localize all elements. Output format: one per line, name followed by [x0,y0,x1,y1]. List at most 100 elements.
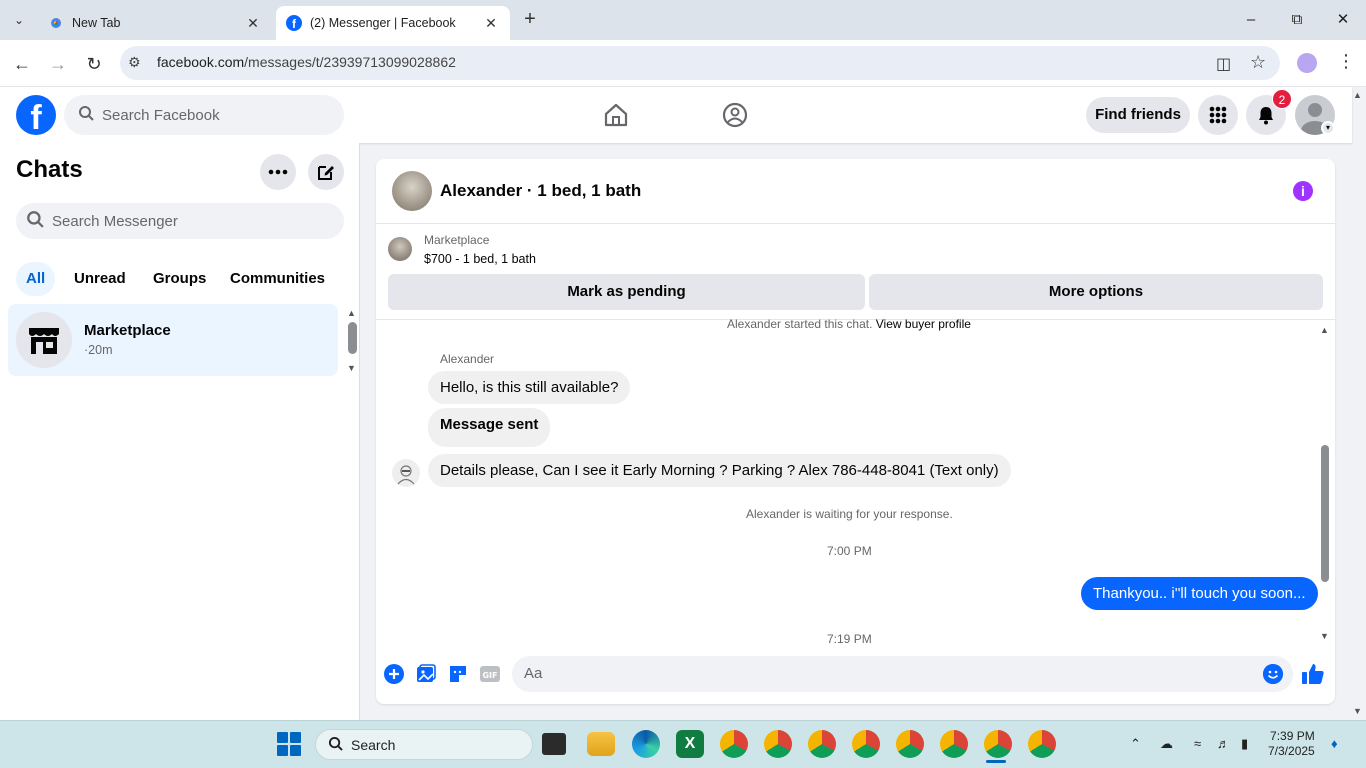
search-icon [26,210,44,232]
forward-arrow-icon[interactable]: → [44,50,72,78]
bookmark-star-icon[interactable]: ☆ [1250,52,1266,73]
chrome-icon[interactable] [1028,730,1056,758]
more-options-button[interactable]: More options [869,274,1323,310]
minimize-icon[interactable]: – [1236,8,1266,32]
search-placeholder: Search [351,736,396,753]
new-tab-button[interactable]: + [518,8,542,32]
chrome-icon[interactable] [940,730,968,758]
url-text[interactable]: facebook.com/messages/t/2393971309902886… [157,54,456,70]
marketplace-store-icon [16,312,72,368]
filter-groups[interactable]: Groups [143,262,216,296]
windows-start-icon[interactable] [277,732,301,756]
chat-time: ·20m [84,343,113,357]
conversation-scrollbar-thumb[interactable] [1321,445,1329,582]
conversation-scroll-down-icon[interactable]: ▼ [1320,631,1329,641]
conversation-scroll-up-icon[interactable]: ▲ [1320,325,1329,335]
profile-icon[interactable] [1297,53,1317,73]
restore-icon[interactable]: ⧉ [1282,8,1312,32]
gif-icon[interactable]: GIF [480,664,500,684]
waiting-notice: Alexander is waiting for your response. [746,507,953,521]
page-scroll-up-icon[interactable]: ▲ [1353,90,1362,100]
excel-icon[interactable]: X [676,730,704,758]
window-close-icon[interactable]: ✕ [1328,8,1358,32]
onedrive-icon[interactable]: ☁ [1160,736,1173,752]
task-view-icon[interactable] [542,733,566,755]
more-options-icon[interactable] [260,154,296,190]
message-bubble[interactable]: Hello, is this still available? [428,371,631,404]
new-message-icon[interactable] [308,154,344,190]
listing-thumbnail[interactable] [388,237,412,261]
notification-bell-icon[interactable]: ♦ [1331,736,1338,751]
facebook-logo[interactable]: f [16,95,56,135]
sidebar-scroll-down-icon[interactable]: ▼ [347,363,356,373]
chrome-icon[interactable] [720,730,748,758]
search-placeholder: Search Facebook [102,106,220,124]
volume-icon[interactable]: ♬ [1217,736,1230,751]
close-icon[interactable]: ✕ [482,15,500,32]
tab-search-chevron-icon[interactable]: ⌄ [6,8,32,32]
tab-messenger[interactable]: f (2) Messenger | Facebook ✕ [276,6,510,40]
wifi-icon[interactable]: ≈ [1194,736,1201,751]
chrome-icon [48,15,64,31]
view-buyer-profile-link[interactable]: View buyer profile [876,317,971,331]
chrome-icon[interactable] [896,730,924,758]
chrome-icon[interactable] [808,730,836,758]
tab-title: New Tab [72,16,121,30]
close-icon[interactable]: ✕ [244,15,262,32]
battery-icon[interactable]: ▮ [1241,736,1248,752]
filter-unread[interactable]: Unread [64,262,136,296]
taskbar-search-input[interactable]: Search [315,729,533,760]
filter-communities[interactable]: Communities [220,262,335,296]
tab-new-tab[interactable]: New Tab ✕ [38,6,272,40]
my-message-bubble[interactable]: Thankyou.. i''ll touch you soon... [1081,577,1318,610]
timestamp: 7:00 PM [827,544,872,558]
thumbs-up-icon[interactable] [1301,662,1325,686]
conversation-avatar[interactable] [392,171,432,211]
chrome-icon[interactable] [852,730,880,758]
emoji-icon[interactable] [1263,664,1283,684]
message-bubble[interactable]: Message sent [428,408,551,447]
reload-icon[interactable]: ↻ [80,50,108,78]
sender-avatar[interactable] [392,459,420,487]
find-friends-button[interactable]: Find friends [1086,97,1190,133]
edge-icon[interactable] [632,730,660,758]
message-bubble[interactable]: Details please, Can I see it Early Morni… [428,454,1011,487]
info-icon[interactable]: i [1293,181,1313,201]
home-icon[interactable] [602,101,630,129]
more-vert-icon[interactable]: ⋮ [1337,51,1355,72]
facebook-search-input[interactable]: Search Facebook [64,95,344,135]
chrome-icon[interactable] [764,730,792,758]
tray-chevron-up-icon[interactable]: ⌃ [1130,736,1141,752]
filter-all[interactable]: All [16,262,56,296]
active-app-indicator [986,760,1006,763]
divider [376,223,1335,224]
tab-title: (2) Messenger | Facebook [310,16,456,30]
listing-title[interactable]: $700 - 1 bed, 1 bath [424,252,536,266]
chrome-icon[interactable] [984,730,1012,758]
plus-icon[interactable] [384,664,404,684]
site-info-icon[interactable]: ⚙ [128,54,141,71]
file-explorer-icon[interactable] [587,732,615,756]
marketplace-label: Marketplace [424,233,490,247]
mark-as-pending-button[interactable]: Mark as pending [388,274,865,310]
clock-date: 7/3/2025 [1268,744,1315,758]
search-icon [328,736,343,754]
sidebar-scroll-up-icon[interactable]: ▲ [347,308,356,318]
sticker-icon[interactable] [448,664,468,684]
message-input[interactable]: Aa [512,656,1293,692]
facebook-icon: f [286,15,302,31]
taskbar-clock[interactable]: 7:39 PM 7/3/2025 [1268,729,1315,759]
photo-icon[interactable] [416,664,436,684]
page-scroll-down-icon[interactable]: ▼ [1353,706,1362,716]
timestamp: 7:19 PM [827,632,872,646]
groups-icon[interactable] [721,101,749,129]
messenger-search-input[interactable]: Search Messenger [16,203,344,239]
back-arrow-icon[interactable]: ← [8,50,36,78]
install-app-icon[interactable]: ◫ [1216,54,1231,74]
clock-time: 7:39 PM [1270,729,1315,743]
chevron-down-icon[interactable]: ▾ [1321,121,1335,135]
sidebar-scrollbar-thumb[interactable] [348,322,357,354]
conversation-title[interactable]: Alexander · 1 bed, 1 bath [440,181,641,201]
menu-grid-icon[interactable] [1198,95,1238,135]
svg-text:GIF: GIF [482,671,497,680]
